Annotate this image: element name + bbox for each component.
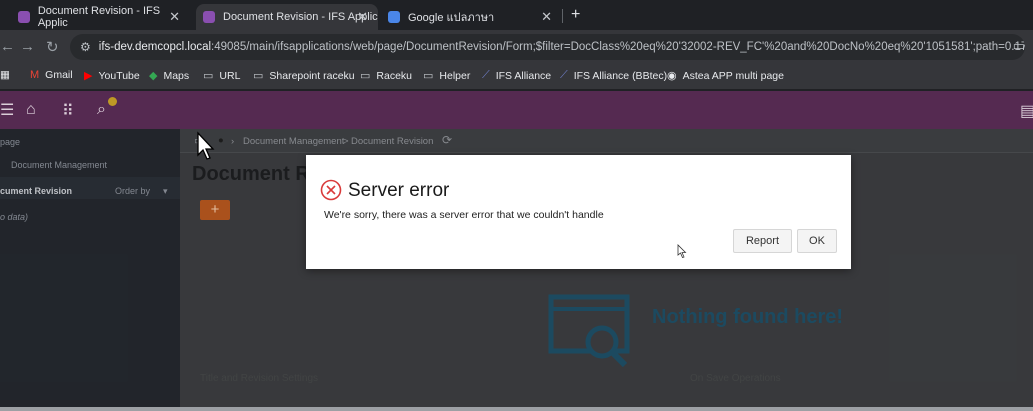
bookmark-raceku[interactable]: ▭ Raceku: [360, 69, 413, 83]
gmail-icon: M: [30, 69, 40, 81]
browser-tab-title: Document Revision - IFS Applic: [223, 11, 378, 23]
url-host: ifs-dev.demcopcl.local: [98, 41, 212, 53]
bookmark-maps[interactable]: ◆ Maps: [149, 69, 190, 83]
bookmark-label: IFS Alliance (BBtec): [573, 69, 668, 82]
folder-icon: ▭: [203, 70, 214, 82]
browser-tab-title: Google แปลภาษา: [408, 12, 495, 24]
cast-icon[interactable]: ▭: [1013, 38, 1025, 54]
bookmarks-bar: ▦ M Gmail ▶ YouTube ◆ Maps ▭ URL ▭ Sharepoint…: [0, 64, 1033, 90]
report-button[interactable]: Report: [733, 229, 792, 253]
ifs-favicon-icon: [203, 11, 215, 23]
mouse-cursor-icon: [197, 131, 215, 160]
bookmark-label: Gmail: [45, 69, 73, 81]
bookmark-label: Raceku: [376, 69, 413, 82]
bookmark-url[interactable]: ▭ URL: [203, 69, 241, 83]
browser-tab-1[interactable]: Document Revision - IFS Applic ✕: [0, 4, 190, 30]
reload-icon[interactable]: ↻: [46, 38, 59, 56]
tab-separator: [562, 9, 563, 23]
forward-arrow-icon[interactable]: →: [20, 38, 35, 55]
ok-button[interactable]: OK: [797, 229, 837, 253]
back-arrow-icon[interactable]: ←: [0, 38, 15, 55]
browser-tab-3[interactable]: Google แปลภาษา ✕: [378, 4, 562, 30]
bookmark-label: Astea APP multi page: [682, 69, 784, 82]
ifs-favicon-icon: [18, 11, 30, 23]
apps-grid-icon[interactable]: ▦: [0, 69, 10, 81]
bookmark-label: YouTube: [98, 69, 140, 82]
bookmark-sharepoint[interactable]: ▭ Sharepoint raceku: [253, 69, 355, 83]
bookmark-label: URL: [219, 69, 241, 82]
close-tab-icon[interactable]: ✕: [541, 9, 552, 25]
bookmark-label: Helper: [439, 69, 471, 82]
new-tab-button[interactable]: +: [571, 6, 580, 24]
folder-icon: ▭: [253, 70, 264, 82]
server-error-dialog: Server error We're sorry, there was a se…: [306, 155, 851, 269]
browser-toolbar: ← → ↻ ⚙ ifs-dev.demcopcl.local :49085/ma…: [0, 30, 1033, 64]
bookmark-astea[interactable]: ◉ Astea APP multi page: [667, 69, 784, 83]
close-tab-icon[interactable]: ✕: [357, 9, 368, 25]
folder-icon: ▭: [360, 70, 371, 82]
maps-icon: ◆: [149, 70, 158, 82]
site-info-icon[interactable]: ⚙: [80, 40, 91, 54]
ifs-icon: ⟋: [482, 69, 490, 81]
bookmark-label: Sharepoint raceku: [269, 69, 355, 82]
bookmark-helper[interactable]: ▭ Helper: [423, 69, 471, 83]
bookmark-ifs-alliance[interactable]: ⟋ IFS Alliance: [482, 69, 551, 82]
browser-tab-2[interactable]: Document Revision - IFS Applic ✕: [196, 4, 378, 30]
globe-icon: ◉: [667, 70, 677, 82]
browser-tab-title: Document Revision - IFS Applic: [37, 5, 161, 29]
folder-icon: ▭: [423, 70, 434, 82]
dialog-title: Server error: [348, 180, 450, 201]
bookmark-youtube[interactable]: ▶ YouTube: [84, 69, 140, 83]
address-bar[interactable]: ⚙ ifs-dev.demcopcl.local :49085/main/ifs…: [70, 34, 1025, 60]
ifs-icon: ⟋: [560, 69, 568, 81]
bookmark-label: IFS Alliance: [495, 69, 552, 82]
dialog-message: We're sorry, there was a server error th…: [324, 209, 604, 221]
browser-tab-strip: Document Revision - IFS Applic ✕ Documen…: [0, 0, 1033, 30]
google-translate-icon: [388, 11, 400, 23]
bookmark-label: Maps: [163, 69, 190, 82]
youtube-icon: ▶: [84, 70, 93, 82]
url-path: :49085/main/ifsapplications/web/page/Doc…: [211, 41, 1025, 53]
close-tab-icon[interactable]: ✕: [169, 9, 180, 25]
window-bottom-edge: [0, 407, 1033, 411]
bookmark-ifs-alliance-bbtec[interactable]: ⟋ IFS Alliance (BBtec): [560, 69, 667, 82]
small-cursor-icon: [677, 244, 687, 258]
bookmark-gmail[interactable]: M Gmail: [30, 69, 73, 81]
error-icon: [320, 179, 342, 201]
